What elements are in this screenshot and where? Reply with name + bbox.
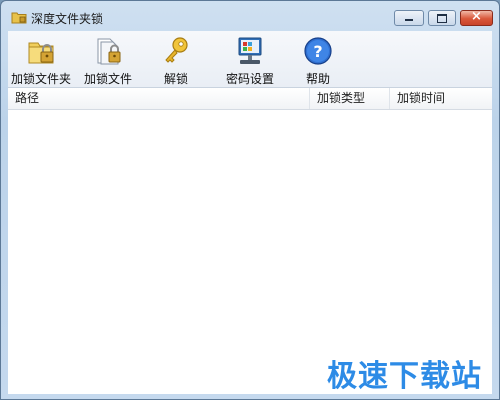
locked-file-icon (97, 38, 121, 65)
column-header-path[interactable]: 路径 (8, 88, 310, 109)
column-header-lock-time[interactable]: 加锁时间 (390, 88, 492, 109)
lock-folder-label: 加锁文件夹 (10, 72, 71, 86)
locked-folder-icon (28, 42, 54, 64)
help-button[interactable]: ? 帮助 (298, 33, 338, 86)
lock-file-label: 加锁文件 (83, 72, 132, 86)
key-icon (165, 37, 188, 63)
help-label: 帮助 (305, 72, 330, 86)
watermark: 极速下载站 (327, 359, 482, 394)
client-area: 加锁文件夹 加锁文件 解锁 密码设置 ? 帮助 路径 加锁类型 加锁时间 (8, 31, 492, 394)
window-title: 深度文件夹锁 (31, 12, 104, 26)
svg-text:?: ? (313, 42, 322, 61)
list-header: 路径 加锁类型 加锁时间 (8, 88, 492, 110)
maximize-button[interactable] (428, 10, 456, 26)
folder-lock-app-icon (11, 12, 27, 24)
locked-items-list[interactable]: 路径 加锁类型 加锁时间 (8, 87, 492, 394)
title-bar[interactable]: 深度文件夹锁 × (1, 1, 499, 31)
password-settings-button[interactable]: 密码设置 (222, 33, 278, 86)
password-settings-icon (238, 37, 262, 64)
close-button[interactable]: × (460, 9, 493, 26)
toolbar: 加锁文件夹 加锁文件 解锁 密码设置 ? 帮助 (8, 31, 492, 87)
lock-file-button[interactable]: 加锁文件 (80, 33, 136, 86)
minimize-button[interactable] (394, 10, 424, 26)
column-header-lock-type[interactable]: 加锁类型 (310, 88, 390, 109)
unlock-button[interactable]: 解锁 (156, 33, 196, 86)
close-icon: × (471, 9, 482, 24)
password-settings-label: 密码设置 (225, 72, 274, 86)
help-icon: ? (304, 37, 332, 65)
unlock-label: 解锁 (163, 72, 188, 86)
lock-folder-button[interactable]: 加锁文件夹 (8, 33, 74, 86)
app-window: 深度文件夹锁 × 加锁文件夹 加锁文件 解锁 密码设置 ? 帮助 路径 加锁类型… (0, 0, 500, 400)
